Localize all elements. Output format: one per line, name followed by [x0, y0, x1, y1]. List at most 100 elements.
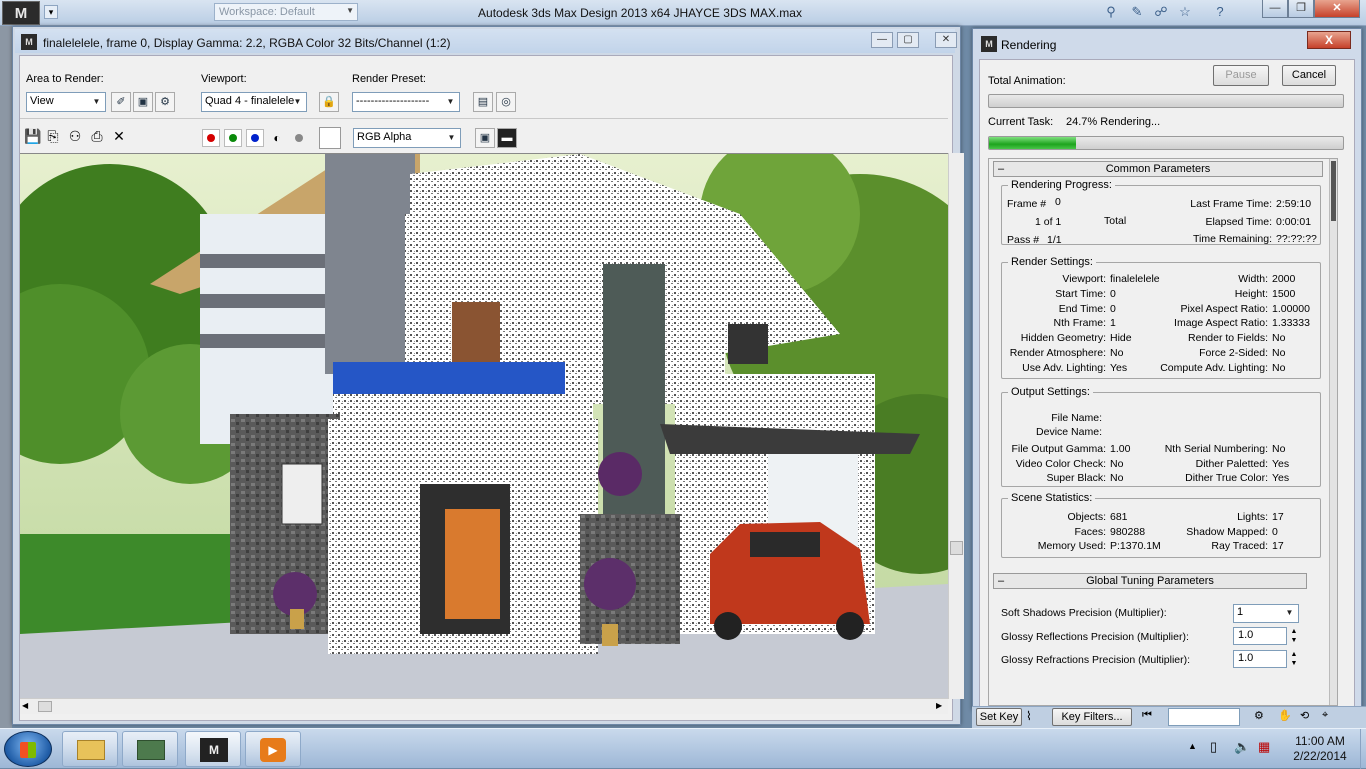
device-icon[interactable]: ▯ [1210, 739, 1217, 755]
network-taskbar-button[interactable] [122, 731, 178, 767]
show-desktop-button[interactable] [1360, 729, 1366, 769]
spinner-arrows-icon[interactable]: ▲ ▼ [1289, 650, 1299, 668]
soft-shadows-select[interactable]: 1 ▼ [1233, 604, 1299, 623]
vertical-scrollbar[interactable] [948, 153, 964, 699]
set-key-button[interactable]: Set Key [976, 708, 1022, 726]
pause-button[interactable]: Pause [1213, 65, 1269, 86]
frame-window-title-bar[interactable]: M finalelelele, frame 0, Display Gamma: … [15, 29, 957, 53]
lock-icon[interactable]: 🔒 [319, 92, 339, 112]
minimize-button[interactable]: — [871, 32, 893, 48]
display-channel-select[interactable]: RGB Alpha ▼ [353, 128, 461, 148]
monochrome-button[interactable] [290, 129, 308, 147]
edit-region-icon[interactable]: ✐ [111, 92, 131, 112]
pan-icon[interactable]: ✋ [1278, 709, 1292, 722]
app-icon: M [981, 36, 997, 52]
total-animation-label: Total Animation: [988, 75, 1066, 87]
start-button[interactable] [4, 731, 52, 767]
rollout-scrollbar[interactable] [1329, 159, 1337, 705]
setting-label: Nth Frame: [1053, 317, 1106, 330]
print-icon[interactable]: ⎙ [88, 127, 106, 145]
show-hidden-icons-icon[interactable]: ▲ [1188, 741, 1197, 751]
setting-value: 0 [1110, 302, 1116, 315]
color-swatch[interactable] [319, 127, 341, 149]
cancel-button[interactable]: Cancel [1282, 65, 1336, 86]
restore-button[interactable]: ❐ [1288, 0, 1314, 18]
setting-value: 0 [1110, 287, 1116, 300]
render-preset-select[interactable]: -------------------- ▼ [352, 92, 460, 112]
volume-icon[interactable]: 🔈 [1234, 739, 1250, 755]
viewport-label: Viewport: [201, 73, 247, 85]
collapse-icon: – [998, 163, 1005, 175]
rendered-image[interactable] [20, 153, 948, 699]
time-remaining-value: ??:??:?? [1276, 233, 1317, 245]
orbit-icon[interactable]: ⟲ [1300, 709, 1309, 722]
render-preset-label: Render Preset: [352, 73, 426, 85]
rendering-dialog-body: Total Animation: Pause Cancel Current Ta… [979, 59, 1355, 707]
explorer-taskbar-button[interactable] [62, 731, 118, 767]
close-button[interactable]: ✕ [935, 32, 957, 48]
environment-icon[interactable]: ◎ [496, 92, 516, 112]
file-name-label: File Name: [1051, 412, 1102, 424]
app-title: Autodesk 3ds Max Design 2013 x64 JHAYCE … [478, 6, 802, 20]
toggle-ui-overlay-icon[interactable]: ▣ [475, 128, 495, 148]
setting-label: Compute Adv. Lighting: [1160, 361, 1268, 374]
system-clock[interactable]: 11:00 AM 2/22/2014 [1282, 734, 1358, 764]
area-to-render-select[interactable]: View ▼ [26, 92, 106, 112]
render-setup-icon[interactable]: ⚙ [155, 92, 175, 112]
setting-value: No [1272, 443, 1286, 455]
alpha-channel-icon[interactable]: ◐ [268, 129, 286, 147]
glossy-refractions-spinner[interactable]: 1.0 [1233, 650, 1287, 668]
clear-icon[interactable]: ✕ [110, 127, 128, 145]
key-filters-button[interactable]: Key Filters... [1052, 708, 1132, 726]
goto-start-icon[interactable]: ⏮ [1142, 709, 1152, 722]
network-status-icon[interactable]: ▦ [1258, 739, 1270, 755]
maximize-button[interactable]: ▢ [897, 32, 919, 48]
quick-access-dropdown-icon[interactable]: ▾ [44, 5, 58, 19]
favorites-icon[interactable]: ☆ [1177, 4, 1193, 20]
minimize-button[interactable]: — [1262, 0, 1288, 18]
close-button[interactable]: ✕ [1314, 0, 1360, 18]
render-setup-dialog-icon[interactable]: ▤ [473, 92, 493, 112]
app-menu-button[interactable]: M [2, 1, 40, 25]
auto-region-icon[interactable]: ▣ [133, 92, 153, 112]
zoom-icon[interactable]: ⌖ [1322, 709, 1328, 722]
scroll-left-icon[interactable]: ◀ [22, 701, 28, 710]
chevron-down-icon: ▼ [293, 97, 302, 106]
binoculars-icon[interactable]: ⚲ [1103, 4, 1119, 20]
green-channel-button[interactable] [224, 129, 242, 147]
time-config-icon[interactable]: ⚙ [1254, 709, 1264, 722]
setting-label: Use Adv. Lighting: [1022, 361, 1106, 374]
tools-icon[interactable]: ✎ [1129, 4, 1145, 20]
clone-window-icon[interactable]: ⚇ [66, 127, 84, 145]
scroll-right-icon[interactable]: ▶ [936, 701, 942, 710]
setting-label: Lights: [1237, 511, 1268, 523]
blue-channel-button[interactable] [246, 129, 264, 147]
total-animation-progress-bar [988, 94, 1344, 108]
spinner-arrows-icon[interactable]: ▲ ▼ [1289, 627, 1299, 645]
global-tuning-title: Global Tuning Parameters [1086, 575, 1214, 587]
help-icon[interactable]: ? [1212, 4, 1228, 20]
workspace-select[interactable]: Workspace: Default ▼ [214, 3, 358, 21]
red-channel-button[interactable] [202, 129, 220, 147]
key-mode-icon[interactable]: ⌇ [1026, 709, 1032, 723]
close-button[interactable]: X [1307, 31, 1351, 49]
toggle-ui-icon[interactable]: ▬ [497, 128, 517, 148]
common-parameters-rollout[interactable]: – Common Parameters [993, 161, 1323, 177]
3dsmax-taskbar-button[interactable]: M [185, 731, 241, 767]
viewport-select[interactable]: Quad 4 - finalelele ▼ [201, 92, 307, 112]
scroll-thumb[interactable] [950, 541, 963, 555]
global-tuning-rollout[interactable]: – Global Tuning Parameters [993, 573, 1307, 589]
save-image-icon[interactable]: 💾 [24, 127, 42, 145]
community-icon[interactable]: ☍ [1153, 4, 1169, 20]
app-title-bar: M ▾ Workspace: Default ▼ Autodesk 3ds Max… [0, 0, 1366, 26]
horizontal-scrollbar[interactable]: ◀ ▶ [20, 698, 948, 714]
setting-value: Hide [1110, 332, 1132, 345]
current-frame-field[interactable] [1168, 708, 1240, 726]
windows-logo-icon [20, 742, 36, 758]
scroll-thumb[interactable] [1331, 161, 1336, 221]
pass-value: 1/1 [1047, 234, 1062, 246]
scroll-thumb[interactable] [38, 701, 52, 712]
glossy-reflections-spinner[interactable]: 1.0 [1233, 627, 1287, 645]
media-player-taskbar-button[interactable]: ▶ [245, 731, 301, 767]
copy-image-icon[interactable]: ⎘ [44, 127, 62, 145]
